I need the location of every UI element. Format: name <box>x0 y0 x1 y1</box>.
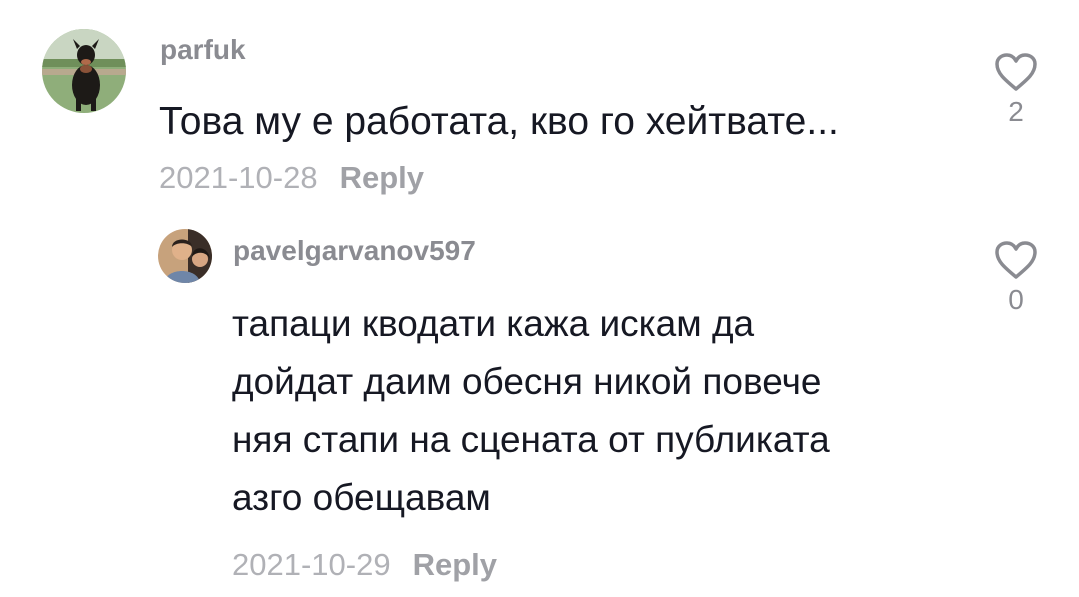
like-count: 0 <box>1008 284 1024 315</box>
comment-username[interactable]: pavelgarvanov597 <box>233 235 476 267</box>
reply-comment-item: pavelgarvanov597 тапаци кводати кажа иск… <box>0 210 1079 597</box>
like-button[interactable]: 2 <box>991 52 1041 128</box>
comment-text-line: няя стапи на сцената от публиката <box>232 419 830 460</box>
person-photo-icon <box>158 229 212 283</box>
heart-outline-icon <box>995 241 1037 279</box>
comment-text: Това му е работата, кво го хейтвате... <box>159 100 839 143</box>
reply-button[interactable]: Reply <box>340 160 424 195</box>
comment-text-line: дойдат даим обесня никой повече <box>232 361 822 402</box>
comment-item: parfuk Това му е работата, кво го хейтва… <box>0 0 1079 210</box>
dog-photo-icon <box>42 29 126 113</box>
avatar[interactable] <box>42 29 126 113</box>
avatar[interactable] <box>158 229 212 283</box>
comment-text-line: азго обещавам <box>232 477 491 518</box>
like-button[interactable]: 0 <box>991 240 1041 316</box>
comment-text-line: тапаци кводати кажа искам да <box>232 303 755 344</box>
comment-meta: 2021-10-29 Reply <box>232 547 497 583</box>
like-count: 2 <box>1008 96 1024 127</box>
reply-button[interactable]: Reply <box>413 547 497 582</box>
comment-date: 2021-10-28 <box>159 160 318 195</box>
comment-date: 2021-10-29 <box>232 547 391 582</box>
comment-meta: 2021-10-28 Reply <box>159 160 424 196</box>
comment-username[interactable]: parfuk <box>160 34 246 66</box>
comment-text: тапаци кводати кажа искам да дойдат даим… <box>232 295 830 527</box>
heart-outline-icon <box>995 53 1037 91</box>
